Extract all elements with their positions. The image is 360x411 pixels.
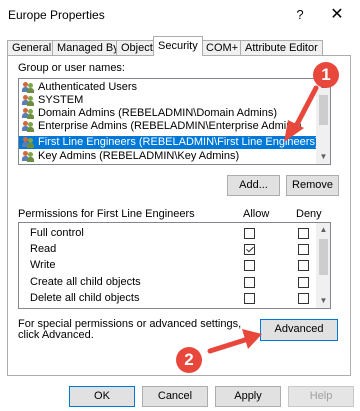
deny-header: Deny xyxy=(296,208,322,220)
deny-checkbox[interactable] xyxy=(298,228,309,239)
cancel-button[interactable]: Cancel xyxy=(142,386,208,407)
tab-managed-by[interactable]: Managed By xyxy=(52,40,124,55)
permissions-scrollbar[interactable]: ▲ ▼ xyxy=(316,223,330,308)
users-group-icon xyxy=(22,137,34,148)
scroll-down-icon[interactable]: ▼ xyxy=(316,150,330,164)
deny-checkbox[interactable] xyxy=(298,293,309,304)
tab-object[interactable]: Object xyxy=(116,40,158,55)
list-item-label: First Line Engineers (REBELADMIN\First L… xyxy=(38,136,319,148)
annotation-badge-2: 2 xyxy=(176,347,202,373)
help-button[interactable]: Help xyxy=(288,386,354,407)
tab-general[interactable]: General xyxy=(7,40,57,55)
list-item[interactable]: Key Admins (REBELADMIN\Key Admins) xyxy=(19,150,316,163)
permission-row: Read xyxy=(19,241,316,257)
users-group-icon xyxy=(22,151,34,162)
list-item-label: Enterprise Admins (REBELADMIN\Enterprise… xyxy=(38,120,302,132)
list-item[interactable]: Domain Admins (REBELADMIN\Domain Admins) xyxy=(19,107,316,120)
users-group-icon xyxy=(22,121,34,132)
annotation-arrow-1 xyxy=(284,85,319,142)
users-group-icon xyxy=(22,82,34,93)
remove-button[interactable]: Remove xyxy=(286,175,339,196)
group-list-label: Group or user names: xyxy=(18,62,125,74)
allow-checkbox[interactable] xyxy=(244,277,255,288)
permissions-label: Permissions for First Line Engineers xyxy=(18,208,195,220)
list-item-label: Key Admins (REBELADMIN\Key Admins) xyxy=(38,150,240,162)
scroll-up-icon[interactable]: ▲ xyxy=(316,223,330,237)
allow-checkbox[interactable] xyxy=(244,228,255,239)
scroll-down-icon[interactable]: ▼ xyxy=(316,294,330,308)
list-item[interactable]: Authenticated Users xyxy=(19,81,316,94)
list-item-label: SYSTEM xyxy=(38,94,84,106)
permission-name: Full control xyxy=(30,227,84,239)
permission-row: Write xyxy=(19,257,316,273)
permission-name: Delete all child objects xyxy=(30,292,140,304)
deny-checkbox[interactable] xyxy=(298,244,309,255)
tab-com-plus[interactable]: COM+ xyxy=(201,40,244,55)
allow-checkbox[interactable] xyxy=(244,293,255,304)
scroll-thumb[interactable] xyxy=(319,239,328,275)
permission-row: Create all child objects xyxy=(19,274,316,290)
permission-name: Write xyxy=(30,259,56,271)
list-item[interactable]: Enterprise Admins (REBELADMIN\Enterprise… xyxy=(19,120,316,133)
list-item-label: Authenticated Users xyxy=(38,81,138,93)
users-group-icon xyxy=(22,108,34,119)
list-item-selected[interactable]: First Line Engineers (REBELADMIN\First L… xyxy=(19,136,319,149)
add-button[interactable]: Add... xyxy=(227,175,280,196)
allow-checkbox[interactable] xyxy=(244,260,255,271)
deny-checkbox[interactable] xyxy=(298,277,309,288)
allow-checkbox[interactable] xyxy=(244,244,255,255)
ok-button[interactable]: OK xyxy=(69,386,135,407)
annotation-arrow-2 xyxy=(207,329,262,354)
deny-checkbox[interactable] xyxy=(298,260,309,271)
help-icon[interactable]: ? xyxy=(292,7,308,22)
allow-header: Allow xyxy=(243,208,270,220)
permissions-list[interactable]: Full control Read Write Create all child… xyxy=(18,222,331,309)
list-item[interactable]: SYSTEM xyxy=(19,94,316,107)
close-icon[interactable]: ✕ xyxy=(328,4,346,24)
list-item-label: Domain Admins (REBELADMIN\Domain Admins) xyxy=(38,107,278,119)
tab-security[interactable]: Security xyxy=(153,36,203,56)
window-title: Europe Properties xyxy=(8,8,105,22)
users-group-icon xyxy=(22,95,34,106)
apply-button[interactable]: Apply xyxy=(215,386,281,407)
permission-row: Full control xyxy=(19,225,316,241)
permission-row: Delete all child objects xyxy=(19,290,316,306)
advanced-button[interactable]: Advanced xyxy=(260,319,338,341)
permission-name: Create all child objects xyxy=(30,276,141,288)
permission-name: Read xyxy=(30,243,57,255)
tab-attribute-editor[interactable]: Attribute Editor xyxy=(240,40,323,55)
